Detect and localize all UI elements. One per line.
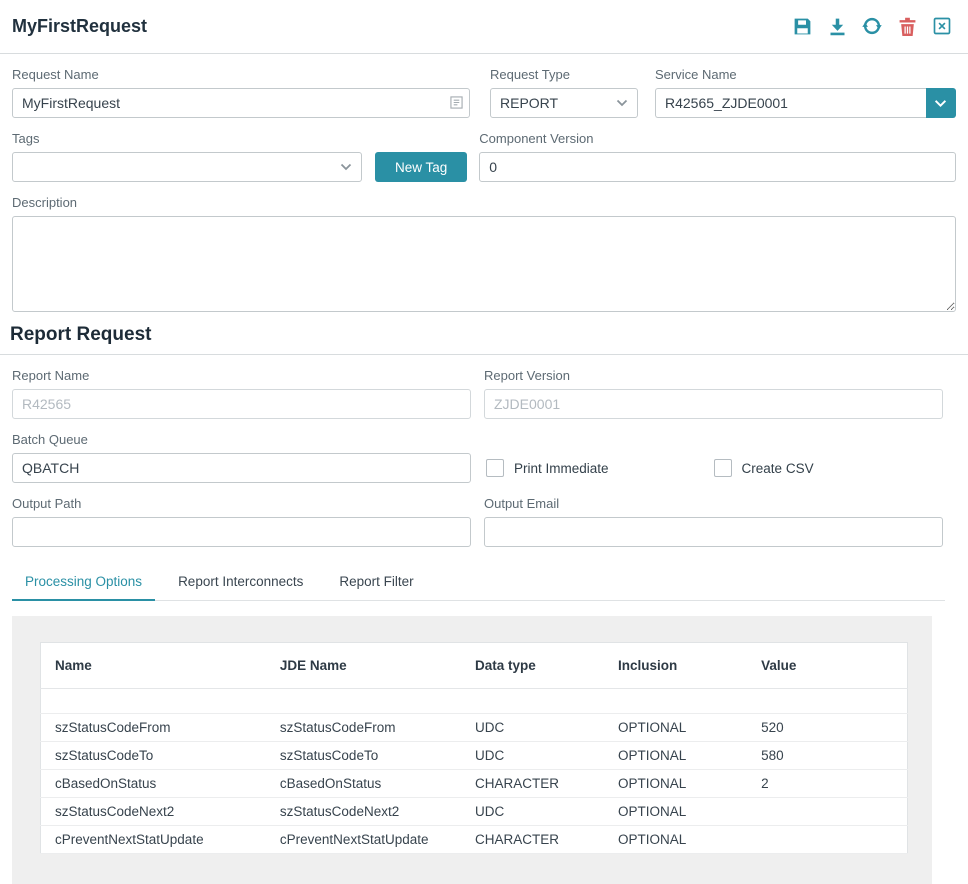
table-row[interactable]: szStatusCodeFromszStatusCodeFromUDCOPTIO… — [41, 714, 908, 742]
chevron-down-icon — [616, 99, 628, 107]
col-data-type: Data type — [461, 643, 604, 689]
col-value: Value — [747, 643, 907, 689]
report-version-input — [484, 389, 943, 419]
header-actions — [790, 14, 954, 38]
tab-report-interconnects[interactable]: Report Interconnects — [165, 565, 316, 600]
chevron-down-icon — [340, 163, 352, 171]
chevron-down-icon — [934, 99, 947, 108]
request-type-value: REPORT — [500, 95, 558, 111]
request-name-label: Request Name — [12, 67, 470, 82]
output-email-label: Output Email — [484, 496, 943, 511]
request-type-select[interactable]: REPORT — [490, 88, 638, 118]
processing-options-table: Name JDE Name Data type Inclusion Value … — [40, 642, 908, 854]
col-name: Name — [41, 643, 266, 689]
component-version-input[interactable] — [479, 152, 956, 182]
service-name-input[interactable] — [655, 88, 926, 118]
trash-icon — [898, 16, 917, 37]
request-type-label: Request Type — [490, 67, 638, 82]
batch-queue-input[interactable] — [12, 453, 471, 483]
close-button[interactable] — [930, 14, 954, 38]
service-name-dropdown-button[interactable] — [926, 88, 956, 118]
request-editor: MyFirstRequest — [0, 0, 968, 884]
tab-report-filter[interactable]: Report Filter — [326, 565, 426, 600]
save-icon — [792, 16, 813, 37]
checkbox-icon[interactable] — [714, 459, 732, 477]
col-inclusion: Inclusion — [604, 643, 747, 689]
refresh-icon — [861, 15, 883, 37]
report-name-label: Report Name — [12, 368, 471, 383]
col-jde-name: JDE Name — [266, 643, 461, 689]
new-tag-button[interactable]: New Tag — [375, 152, 467, 182]
create-csv-checkbox[interactable]: Create CSV — [714, 459, 814, 477]
request-name-input[interactable] — [12, 88, 470, 118]
save-button[interactable] — [790, 14, 814, 38]
table-row[interactable]: szStatusCodeNext2szStatusCodeNext2UDCOPT… — [41, 798, 908, 826]
checkbox-icon[interactable] — [486, 459, 504, 477]
tab-bar: Processing Options Report Interconnects … — [12, 565, 945, 601]
tags-label: Tags — [12, 131, 362, 146]
output-path-label: Output Path — [12, 496, 471, 511]
tab-processing-options[interactable]: Processing Options — [12, 565, 155, 601]
page-title: MyFirstRequest — [12, 16, 147, 37]
close-icon — [932, 16, 952, 36]
service-name-label: Service Name — [655, 67, 956, 82]
output-email-input[interactable] — [484, 517, 943, 547]
create-csv-label: Create CSV — [742, 461, 814, 476]
processing-options-panel: Name JDE Name Data type Inclusion Value … — [12, 616, 932, 884]
tags-select[interactable] — [12, 152, 362, 182]
table-row[interactable] — [41, 689, 908, 714]
text-edit-icon — [450, 96, 463, 114]
table-row[interactable]: cPreventNextStatUpdatecPreventNextStatUp… — [41, 826, 908, 854]
table-row[interactable]: cBasedOnStatuscBasedOnStatusCHARACTEROPT… — [41, 770, 908, 798]
report-name-input — [12, 389, 471, 419]
description-textarea[interactable] — [12, 216, 956, 312]
table-row[interactable]: szStatusCodeToszStatusCodeToUDCOPTIONAL5… — [41, 742, 908, 770]
refresh-button[interactable] — [860, 14, 884, 38]
batch-queue-label: Batch Queue — [12, 432, 471, 447]
table-header-row: Name JDE Name Data type Inclusion Value — [41, 643, 908, 689]
print-immediate-label: Print Immediate — [514, 461, 609, 476]
download-icon — [827, 16, 848, 37]
request-form: Request Name Request Type REPORT Service… — [0, 54, 968, 312]
delete-button[interactable] — [895, 14, 919, 38]
export-button[interactable] — [825, 14, 849, 38]
report-request-heading: Report Request — [10, 324, 968, 346]
print-immediate-checkbox[interactable]: Print Immediate — [486, 459, 609, 477]
report-version-label: Report Version — [484, 368, 943, 383]
header: MyFirstRequest — [0, 0, 968, 54]
description-label: Description — [12, 195, 956, 210]
output-path-input[interactable] — [12, 517, 471, 547]
component-version-label: Component Version — [479, 131, 956, 146]
